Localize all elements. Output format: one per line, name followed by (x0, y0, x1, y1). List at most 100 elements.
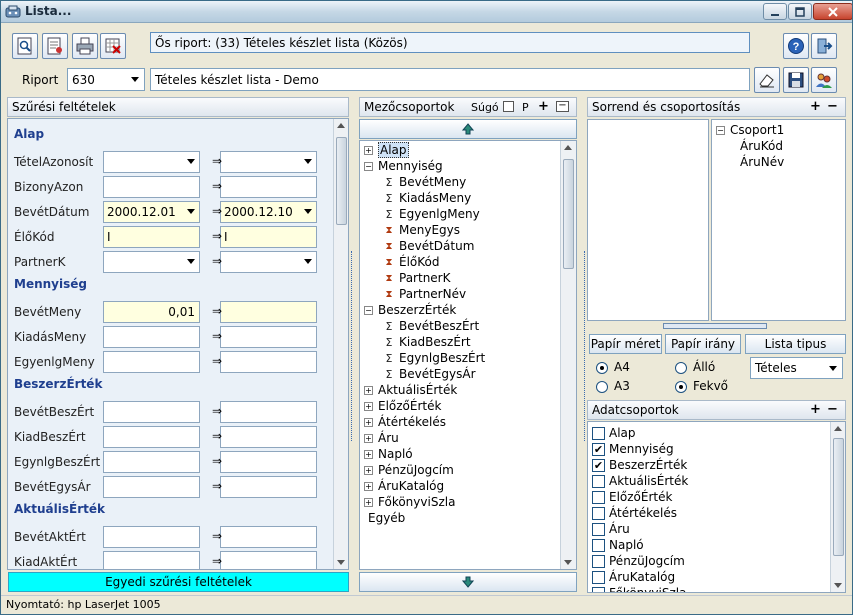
filter-to-input[interactable] (220, 426, 317, 448)
tree-item[interactable]: Σ EgynlgBeszÉrt (384, 350, 486, 366)
tree-item[interactable]: + Áru (364, 430, 399, 446)
filter-to-input[interactable]: I (220, 226, 317, 248)
tree-item[interactable]: − BeszerzÉrték (364, 302, 456, 318)
add-icon[interactable]: + (810, 99, 821, 114)
export-button[interactable] (100, 33, 126, 59)
filter-to-input[interactable] (220, 151, 317, 173)
scroll-up-button[interactable] (359, 119, 577, 139)
custom-filters-button[interactable]: Egyedi szűrési feltételek (8, 572, 349, 592)
save-button[interactable] (783, 67, 809, 93)
filter-to-input[interactable] (220, 401, 317, 423)
tree-item[interactable]: ⧗ PartnerK (384, 270, 450, 286)
datagroup-checkbox[interactable] (592, 491, 605, 504)
tree-item[interactable]: ⧗ ÉlőKód (384, 254, 439, 270)
tree-item[interactable]: ÁruKód (736, 138, 783, 154)
help-checkbox[interactable] (503, 101, 514, 112)
collapse-icon[interactable]: − (556, 101, 569, 112)
filter-from-input[interactable] (103, 451, 200, 473)
collapse-icon[interactable]: − (364, 305, 373, 315)
filter-to-input[interactable]: 2000.12.10 (220, 201, 317, 223)
datagroup-checkbox[interactable]: ✔ (592, 459, 605, 472)
radio-landscape[interactable] (675, 381, 687, 393)
tree-item[interactable]: ⧗ MenyEgys (384, 222, 460, 238)
tree-item[interactable]: + PénzüJogcím (364, 462, 454, 478)
filter-from-input[interactable] (103, 151, 200, 173)
print-button[interactable] (72, 33, 98, 59)
tree-item[interactable]: + AktuálisÉrték (364, 382, 457, 398)
expand-icon[interactable]: + (364, 385, 373, 395)
filter-to-input[interactable] (220, 251, 317, 273)
scroll-down-button[interactable] (359, 572, 577, 592)
datagroup-checkbox[interactable] (592, 555, 605, 568)
help-button[interactable]: ? (783, 33, 809, 59)
expand-icon[interactable]: + (364, 449, 373, 459)
remove-icon[interactable]: − (827, 99, 838, 114)
datagroup-checkbox[interactable] (592, 523, 605, 536)
filter-from-input[interactable]: 2000.12.01 (103, 201, 200, 223)
fieldgroups-scrollbar[interactable] (560, 141, 576, 569)
tree-item[interactable]: Σ BevétBeszÉrt (384, 318, 480, 334)
expand-icon[interactable]: + (364, 497, 373, 507)
right-splitter[interactable] (579, 251, 585, 441)
expand-icon[interactable]: + (364, 481, 373, 491)
minimize-button[interactable] (763, 3, 787, 20)
datagroup-checkbox[interactable] (592, 475, 605, 488)
tree-item[interactable]: ÁruNév (736, 154, 784, 170)
tree-item[interactable]: + Napló (364, 446, 413, 462)
maximize-button[interactable] (788, 3, 812, 20)
collapse-icon[interactable]: − (364, 161, 373, 171)
filter-to-input[interactable] (220, 526, 317, 548)
tree-item[interactable]: − Csoport1 (716, 122, 784, 138)
filter-from-input[interactable] (103, 251, 200, 273)
filter-to-input[interactable] (220, 476, 317, 498)
filter-from-input[interactable] (103, 426, 200, 448)
datagroup-checkbox[interactable] (592, 587, 605, 592)
preview-button[interactable] (12, 33, 38, 59)
tree-item[interactable]: ⧗ BevétDátum (384, 238, 474, 254)
horizontal-splitter[interactable] (663, 323, 767, 329)
tree-item[interactable]: + Alap (364, 142, 409, 158)
riport-select[interactable]: 630 (67, 68, 145, 91)
expand-icon[interactable]: + (364, 417, 373, 427)
filter-from-input[interactable]: I (103, 226, 200, 248)
filter-from-input[interactable] (103, 401, 200, 423)
tree-item[interactable]: Egyéb (364, 510, 405, 526)
filter-to-input[interactable] (220, 176, 317, 198)
exit-button[interactable] (811, 33, 837, 59)
datagroup-checkbox[interactable] (592, 539, 605, 552)
filters-scrollbar[interactable] (333, 119, 348, 569)
filter-from-input[interactable] (103, 476, 200, 498)
riport-name-field[interactable]: Tételes készlet lista - Demo (150, 68, 750, 91)
scroll-thumb[interactable] (833, 438, 844, 556)
tree-item[interactable]: + FőkönyviSzla (364, 494, 455, 510)
expand-icon[interactable]: + (364, 433, 373, 443)
datagroup-checkbox[interactable] (592, 507, 605, 520)
expand-icon[interactable]: + (364, 401, 373, 411)
radio-portrait[interactable] (675, 362, 687, 374)
filter-from-input[interactable] (103, 326, 200, 348)
filter-from-input[interactable] (103, 551, 200, 569)
add-icon[interactable]: + (810, 402, 821, 417)
tree-item[interactable]: ⧗ PartnerNév (384, 286, 466, 302)
radio-a3[interactable] (596, 381, 608, 393)
left-splitter[interactable] (351, 251, 357, 441)
tree-item[interactable]: Σ KiadásMeny (384, 190, 472, 206)
expand-icon[interactable]: + (364, 465, 373, 475)
datagroup-checkbox[interactable] (592, 571, 605, 584)
filter-from-input[interactable] (103, 351, 200, 373)
collapse-icon[interactable]: − (716, 125, 725, 135)
filter-to-input[interactable] (220, 451, 317, 473)
order-list[interactable] (587, 119, 709, 321)
tree-item[interactable]: Σ KiadBeszÉrt (384, 334, 471, 350)
radio-a4[interactable] (596, 362, 608, 374)
tree-item[interactable]: + Átértékelés (364, 414, 446, 430)
tree-item[interactable]: + ElőzőÉrték (364, 398, 441, 414)
report-settings-button[interactable] (42, 33, 68, 59)
datagroup-checkbox[interactable]: ✔ (592, 443, 605, 456)
filter-to-input[interactable] (220, 301, 317, 323)
expand-icon[interactable]: + (364, 145, 373, 155)
scroll-thumb[interactable] (336, 137, 347, 225)
tree-item[interactable]: Σ BevétMeny (384, 174, 467, 190)
filter-from-input[interactable] (103, 526, 200, 548)
filter-from-input[interactable]: 0,01 (103, 301, 200, 323)
